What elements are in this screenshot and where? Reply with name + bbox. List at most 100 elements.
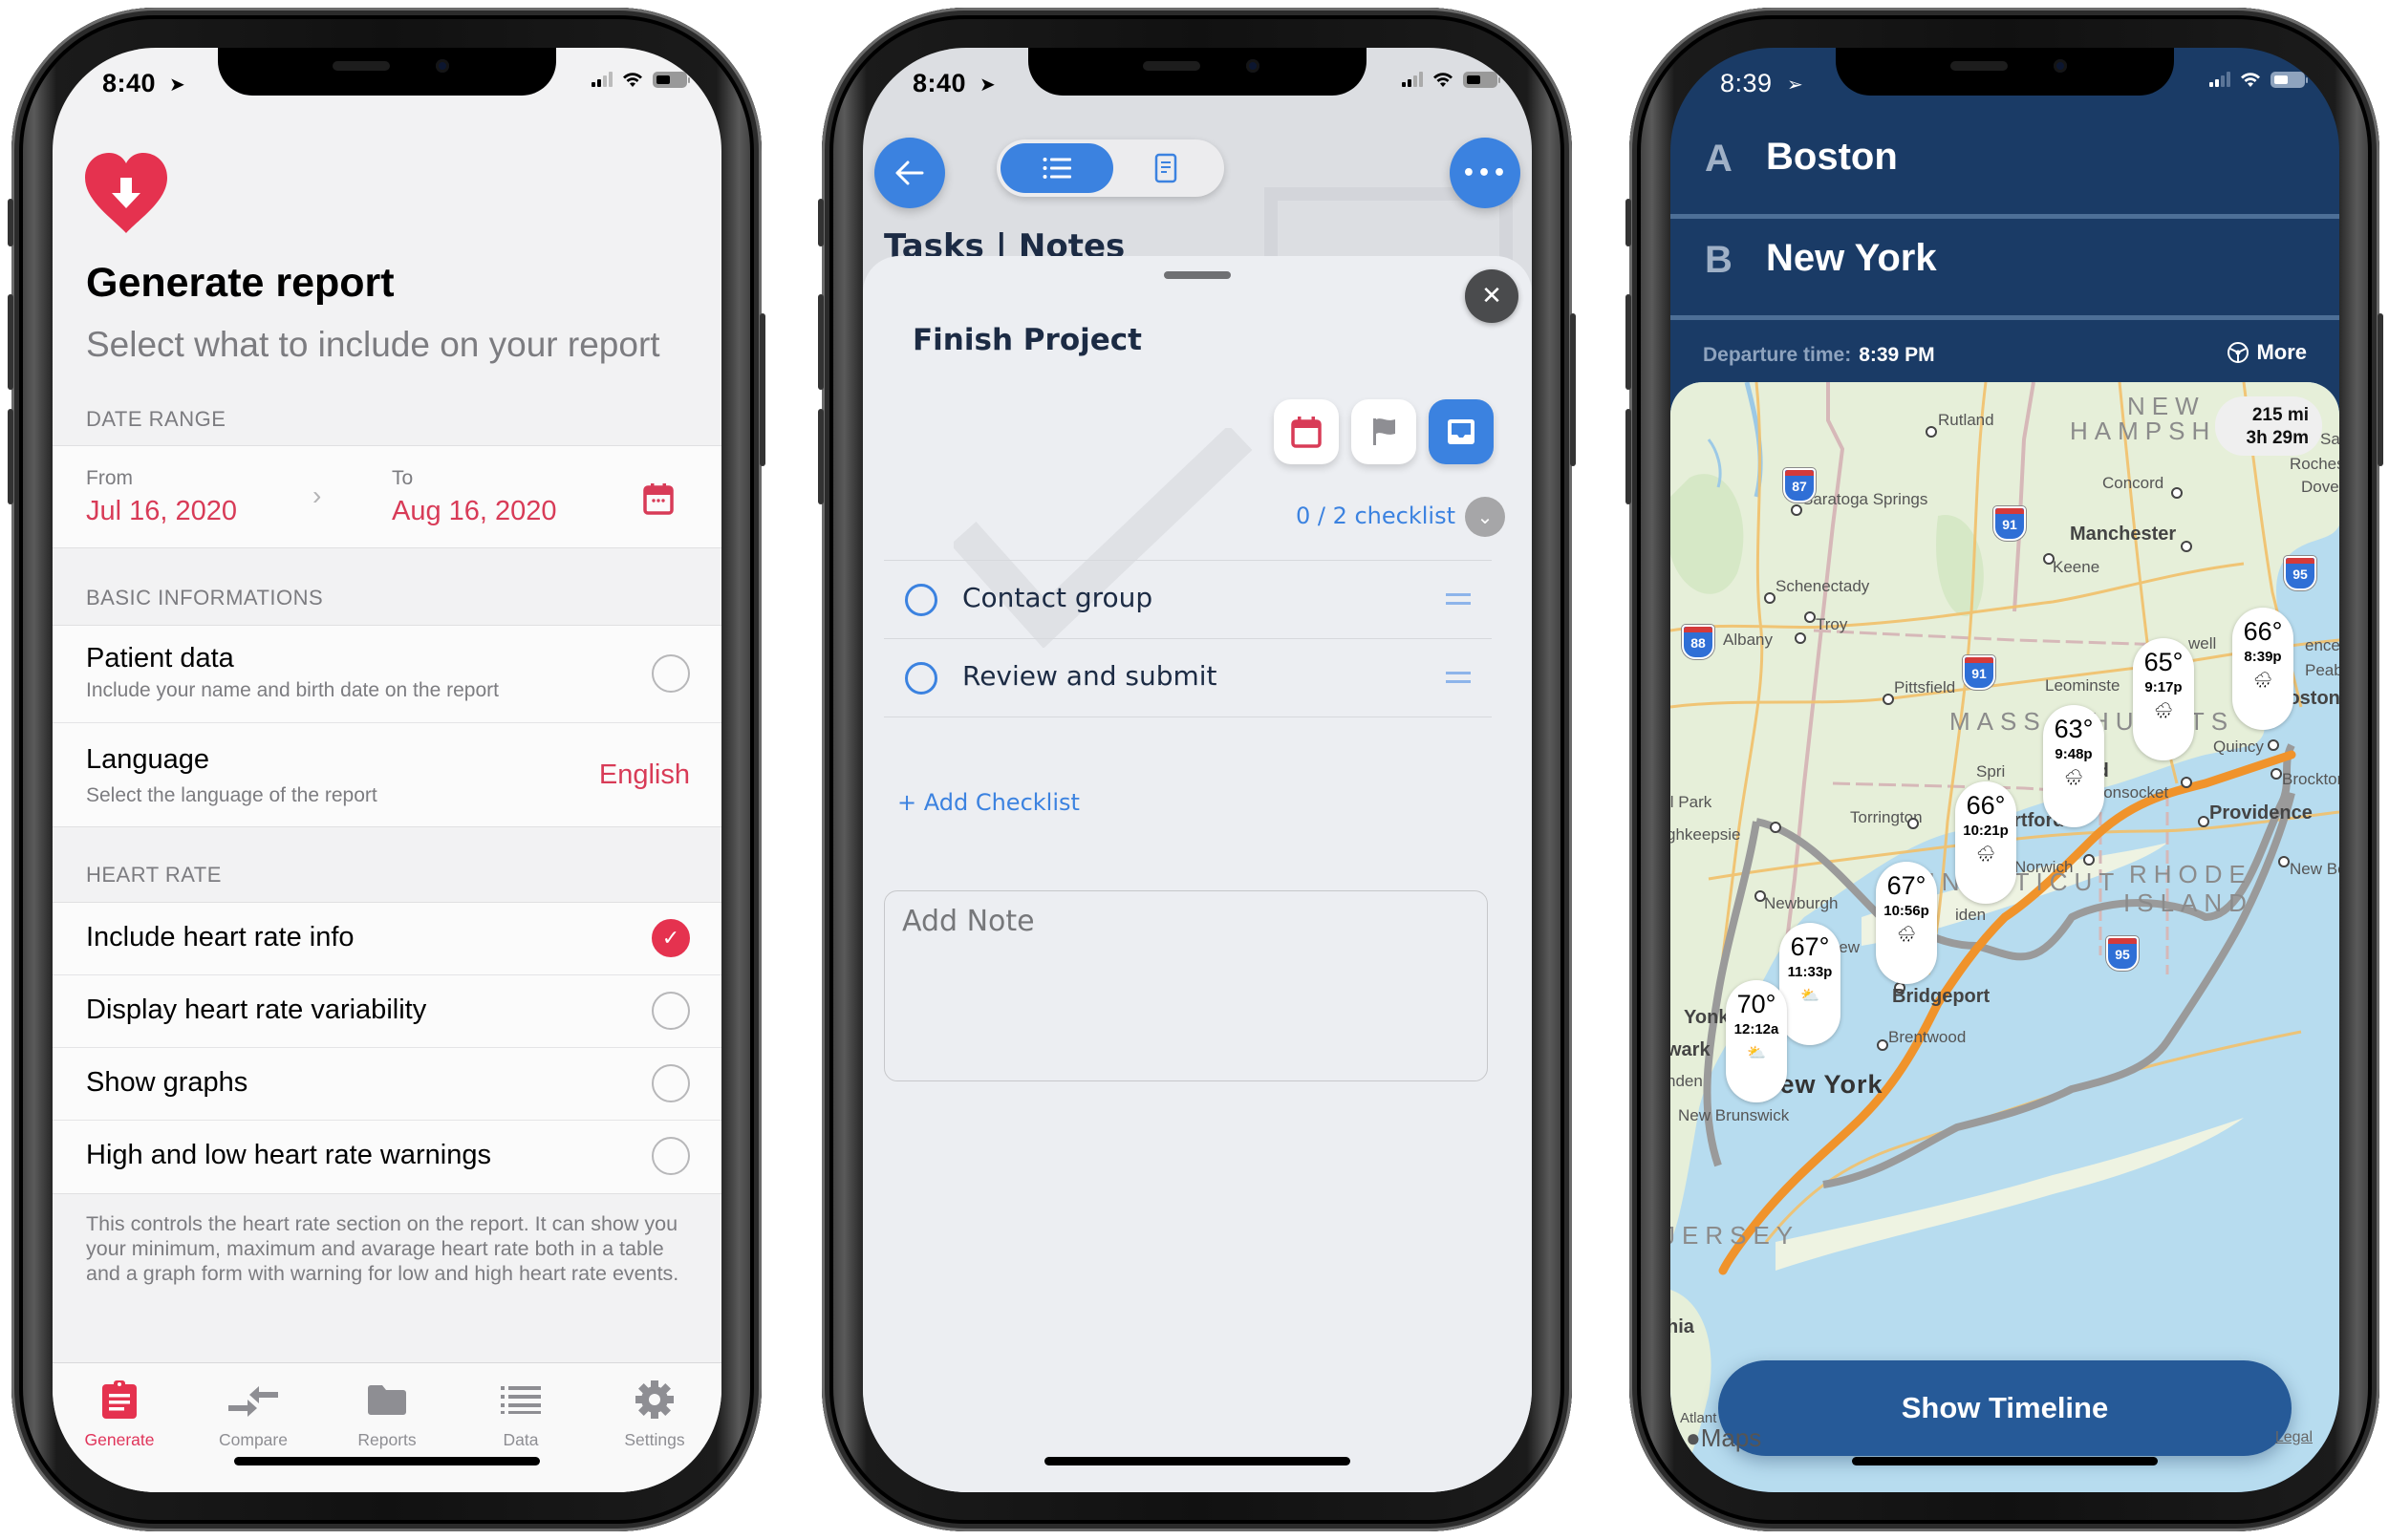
back-button[interactable] (874, 138, 945, 208)
checklist-item: Review and submit (884, 638, 1492, 717)
patient-data-label: Patient data (86, 643, 234, 674)
tab-generate[interactable]: Generate (53, 1373, 186, 1450)
task-title[interactable]: Finish Project (913, 323, 1142, 357)
chevron-right-icon: › (312, 481, 322, 510)
show-timeline-button[interactable]: Show Timeline (1718, 1360, 2292, 1456)
map-label-city: Roches (2290, 455, 2339, 473)
city-dot (1883, 694, 1894, 705)
destination-city[interactable]: New York (1766, 237, 1937, 280)
cellular-signal-icon (2209, 72, 2230, 87)
city-dot (1764, 592, 1776, 604)
highway-shield: 88 (1682, 625, 1714, 659)
map-label-city: Troy (1816, 615, 1848, 633)
route-summary-badge[interactable]: 215 mi 3h 29m (2215, 396, 2322, 456)
note-input[interactable]: Add Note (884, 890, 1488, 1081)
map-label-state: MASS (1949, 707, 2047, 736)
checklist-item-checkbox[interactable] (905, 662, 937, 695)
tab-compare[interactable]: Compare (186, 1373, 320, 1450)
tab-data[interactable]: Data (454, 1373, 588, 1450)
volume-down-button (1625, 409, 1631, 504)
map-label-city: Sa (2320, 430, 2339, 448)
tab-bar: Generate Compare Reports Data Settings (53, 1362, 721, 1492)
option-checkbox[interactable] (652, 1064, 690, 1102)
route-map[interactable]: NEW HAMPSHI MASS HU TTS NNECTICUT RHODE … (1670, 382, 2339, 1492)
status-time: 8:40 (102, 69, 157, 97)
add-checklist-button[interactable]: + Add Checklist (897, 789, 1080, 816)
weather-pin[interactable]: 66° 10:21p 🌧 (1955, 781, 2016, 904)
note-placeholder: Add Note (902, 905, 1035, 938)
weather-temp: 66° (1966, 791, 2006, 820)
folder-icon (368, 1385, 406, 1415)
legal-link[interactable]: Legal (2275, 1429, 2313, 1446)
weather-pin[interactable]: 65° 9:17p 🌧 (2133, 638, 2194, 760)
weather-pin[interactable]: 63° 9:48p 🌧 (2043, 705, 2104, 827)
more-options-button[interactable]: ••• (1450, 138, 1520, 208)
to-label: To (392, 467, 414, 489)
checklist-collapse-button[interactable]: ⌄ (1465, 497, 1505, 537)
highway-shield: 91 (1993, 506, 2026, 541)
cellular-signal-icon (592, 72, 613, 87)
city-dot (2268, 739, 2279, 751)
map-label-state: JERSEY (1670, 1221, 1800, 1250)
departure-label: Departure time: (1703, 344, 1852, 366)
weather-pin[interactable]: 70° 12:12a ⛅ (1726, 980, 1787, 1102)
weather-route-screen: 8:39 ➢ A Boston B New York Departure tim… (1670, 48, 2339, 1492)
map-label-city: Quincy (2213, 738, 2264, 756)
drag-handle-icon[interactable] (1446, 593, 1471, 605)
home-indicator[interactable] (1044, 1457, 1350, 1465)
partly-cloudy-icon: ⛅ (1747, 1045, 1766, 1061)
option-checkbox-checked[interactable]: ✓ (652, 919, 690, 957)
from-date-button[interactable]: Jul 16, 2020 (86, 496, 237, 527)
segment-tasks[interactable] (1001, 143, 1113, 193)
origin-row[interactable]: A Boston (1670, 115, 2339, 219)
rain-cloud-icon: 🌧 (2153, 703, 2174, 719)
wifi-icon (2241, 73, 2260, 87)
language-row[interactable]: Language Select the language of the repo… (53, 723, 721, 826)
highway-shield: 91 (1963, 655, 1995, 690)
city-dot (1795, 632, 1806, 644)
heart-rate-option-row[interactable]: Display heart rate variability (53, 975, 721, 1048)
home-indicator[interactable] (234, 1457, 540, 1465)
departure-time[interactable]: Departure time: 8:39 PM (1703, 344, 1935, 367)
segment-notes[interactable] (1129, 149, 1203, 187)
note-icon (1154, 153, 1177, 183)
language-value[interactable]: English (599, 759, 690, 791)
heart-rate-option-row[interactable]: Include heart rate info ✓ (53, 903, 721, 975)
heart-rate-option-row[interactable]: Show graphs (53, 1048, 721, 1121)
checklist-item-label[interactable]: Review and submit (962, 660, 1217, 692)
heart-download-icon (85, 153, 167, 233)
origin-city[interactable]: Boston (1766, 136, 1898, 179)
drag-handle-icon[interactable] (1446, 672, 1471, 683)
calendar-icon[interactable] (643, 482, 674, 515)
close-button[interactable]: ✕ (1465, 269, 1518, 323)
weather-time: 12:12a (1733, 1021, 1779, 1037)
option-checkbox[interactable] (652, 992, 690, 1030)
patient-data-row[interactable]: Patient data Include your name and birth… (53, 626, 721, 723)
checklist-item-checkbox[interactable] (905, 584, 937, 616)
inbox-button[interactable] (1429, 399, 1494, 464)
home-indicator[interactable] (1852, 1457, 2158, 1465)
due-date-button[interactable] (1274, 399, 1339, 464)
option-checkbox[interactable] (652, 1137, 690, 1175)
weather-pin[interactable]: 67° 11:33p ⛅ (1779, 923, 1840, 1045)
sheet-grabber[interactable] (1164, 271, 1231, 279)
more-button[interactable]: More (2226, 340, 2307, 365)
checklist-item-label[interactable]: Contact group (962, 582, 1152, 613)
weather-temp: 65° (2143, 648, 2184, 676)
ellipsis-icon: ••• (1461, 160, 1509, 185)
battery-icon (1463, 71, 1500, 88)
patient-data-checkbox[interactable] (652, 654, 690, 693)
tab-settings[interactable]: Settings (588, 1373, 721, 1450)
map-label-city: ll Park (1670, 793, 1712, 811)
tab-reports[interactable]: Reports (320, 1373, 454, 1450)
to-date-button[interactable]: Aug 16, 2020 (392, 496, 557, 527)
weather-pin[interactable]: 67° 10:56p 🌧 (1876, 862, 1937, 984)
flag-button[interactable] (1351, 399, 1416, 464)
heart-rate-option-row[interactable]: High and low heart rate warnings (53, 1121, 721, 1193)
highway-shield: 95 (2284, 556, 2316, 590)
cellular-signal-icon (1402, 72, 1423, 87)
city-dot (1926, 426, 1937, 438)
destination-row[interactable]: B New York (1670, 216, 2339, 320)
gear-icon (635, 1380, 674, 1419)
weather-pin[interactable]: 66° 8:39p 🌧 (2232, 608, 2293, 730)
